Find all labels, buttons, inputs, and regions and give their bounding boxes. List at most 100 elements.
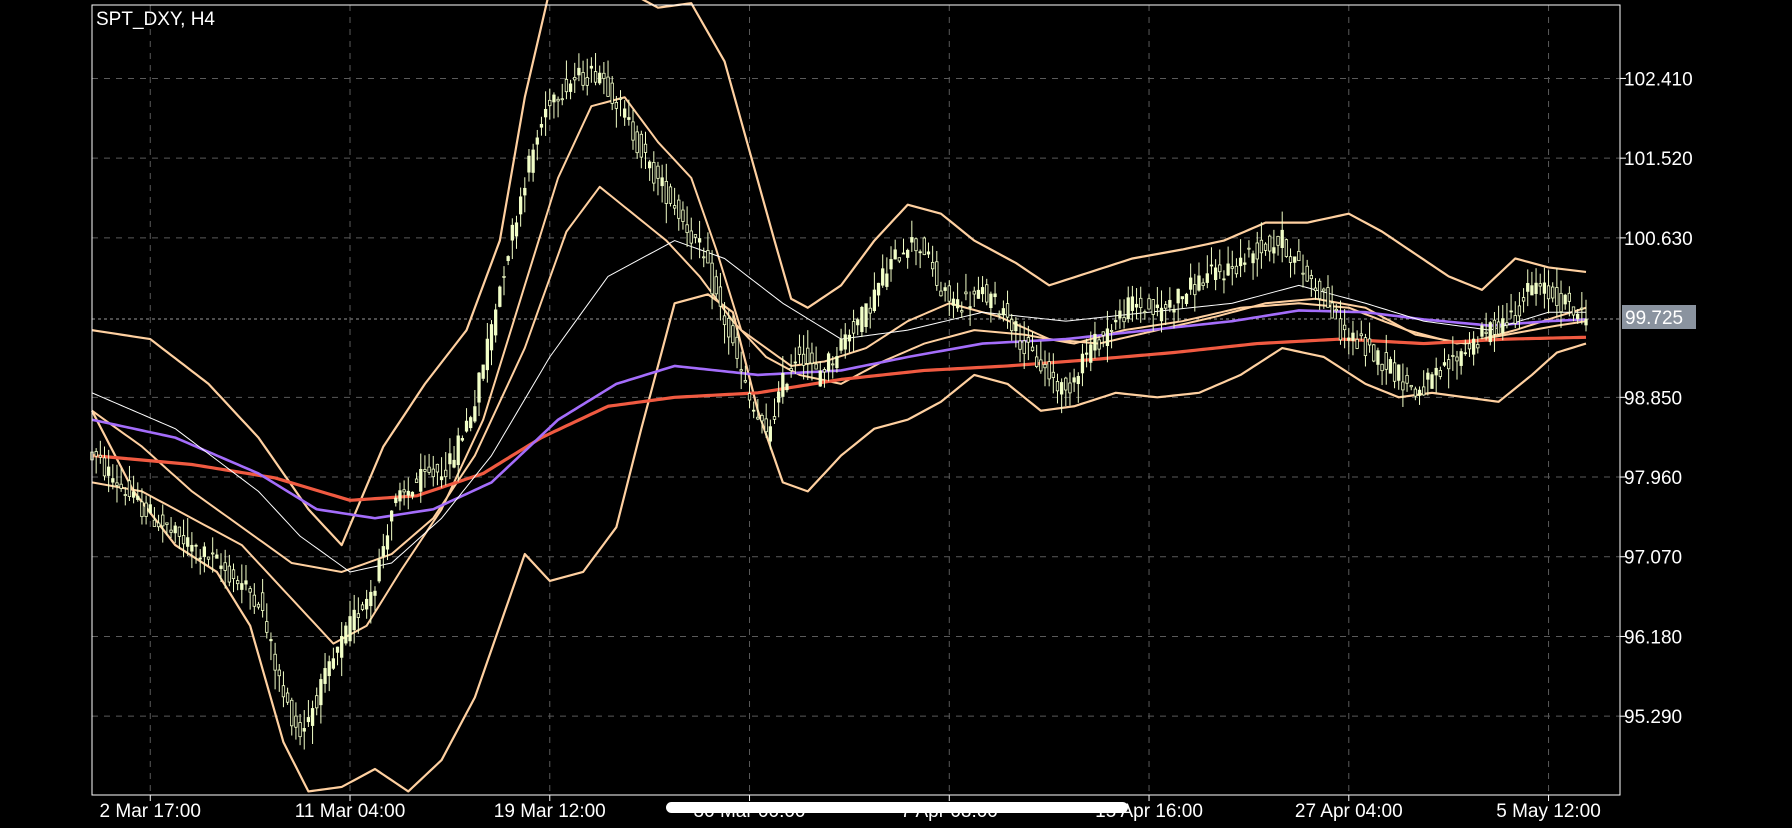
candle-body <box>1463 352 1467 355</box>
candle-body <box>1409 384 1413 388</box>
candle-body <box>327 661 331 677</box>
candle-body <box>801 353 806 366</box>
candle-body <box>573 77 577 81</box>
candle-body <box>456 435 460 466</box>
chart-title: SPT_DXY, H4 <box>96 9 215 30</box>
candle-body <box>1571 306 1576 316</box>
candle-body <box>989 293 993 309</box>
candle-body <box>1143 311 1147 314</box>
candle-body <box>277 669 281 677</box>
candle-body <box>718 286 723 307</box>
candle-body <box>752 409 756 412</box>
candle-body <box>743 380 748 383</box>
candle-body <box>127 480 132 497</box>
price-chart[interactable]: 102.410 101.520 100.630 98.850 97.960 97.070 9… <box>0 0 1792 828</box>
candle-body <box>481 364 485 379</box>
candle-body <box>148 504 152 514</box>
candle-body <box>485 338 489 371</box>
candle-body <box>1134 303 1139 308</box>
candle-body <box>1184 293 1189 305</box>
candle-body <box>1318 280 1322 300</box>
candle-body <box>960 310 964 313</box>
candle-body <box>539 124 544 128</box>
candle-body <box>1055 381 1060 392</box>
candle-body <box>281 685 286 698</box>
candle-body <box>115 482 119 486</box>
candle-body <box>1405 375 1409 384</box>
candle-body <box>639 133 643 158</box>
candle-body <box>1122 317 1126 323</box>
x-tick-label: 19 Mar 12:00 <box>494 801 606 822</box>
candle-body <box>868 307 872 314</box>
candle-body <box>976 289 981 299</box>
candle-body <box>1430 374 1434 389</box>
candle-body <box>306 717 311 723</box>
candle-body <box>1176 288 1180 304</box>
candle-body <box>1455 356 1459 362</box>
candle-body <box>889 259 893 270</box>
candle-body <box>427 466 431 473</box>
candle-body <box>510 224 514 241</box>
candle-body <box>506 256 510 262</box>
candle-body <box>822 369 827 373</box>
candle-body <box>1018 340 1022 350</box>
candle-body <box>1272 247 1276 254</box>
candle-body <box>1322 288 1326 292</box>
candle <box>498 285 502 308</box>
x-tick-label: 2 Mar 17:00 <box>100 801 201 822</box>
candle-body <box>181 535 186 545</box>
candle-body <box>598 72 602 84</box>
candle-body <box>477 372 481 403</box>
candle-body <box>1584 318 1588 326</box>
x-tick-label: 27 Apr 04:00 <box>1295 801 1403 822</box>
candle-body <box>1509 310 1513 313</box>
candle-body <box>1293 256 1297 263</box>
current-price-tag: 99.725 <box>1622 305 1696 329</box>
candle-body <box>552 94 556 103</box>
candle-body <box>1459 351 1463 366</box>
candle-body <box>177 526 182 537</box>
candle-body <box>1567 292 1571 302</box>
candle-body <box>872 289 877 312</box>
candle-body <box>1126 297 1130 320</box>
candle-body <box>789 367 793 371</box>
candle-body <box>885 273 889 287</box>
candle-body <box>1521 297 1526 302</box>
candle-body <box>1338 318 1343 341</box>
candle-body <box>348 616 352 642</box>
candle-body <box>223 562 227 571</box>
candle-body <box>190 544 194 552</box>
candle-body <box>469 417 473 429</box>
candle-body <box>173 525 177 534</box>
candle-body <box>464 420 469 432</box>
candle-body <box>414 478 419 483</box>
scroll-indicator[interactable] <box>666 802 1128 813</box>
candle-body <box>452 459 456 468</box>
candle-body <box>1189 277 1193 290</box>
candle-body <box>739 369 743 372</box>
candle-body <box>1397 364 1401 381</box>
candle-body <box>1530 285 1534 296</box>
candle-body <box>202 546 207 557</box>
candle-body <box>1059 382 1064 395</box>
y-tick-label: 97.960 <box>1624 468 1682 489</box>
candle-body <box>1022 340 1026 355</box>
candle-body <box>1064 377 1068 391</box>
candle-body <box>1551 286 1555 299</box>
candle-body <box>1434 367 1438 376</box>
candle-body <box>860 306 864 333</box>
candle-body <box>423 469 427 472</box>
candle-body <box>1480 325 1484 337</box>
x-tick-label: 11 Mar 04:00 <box>295 801 406 822</box>
candle-body <box>1251 253 1255 264</box>
candle-body <box>1080 353 1085 374</box>
candle-body <box>1151 299 1155 315</box>
candle-body <box>664 180 668 204</box>
candle-body <box>1359 333 1363 337</box>
candle-body <box>156 522 161 528</box>
candle-body <box>1010 318 1014 332</box>
candle-body <box>256 603 261 608</box>
candle-body <box>1447 359 1451 370</box>
candle-body <box>656 165 660 179</box>
candle-body <box>781 373 785 397</box>
